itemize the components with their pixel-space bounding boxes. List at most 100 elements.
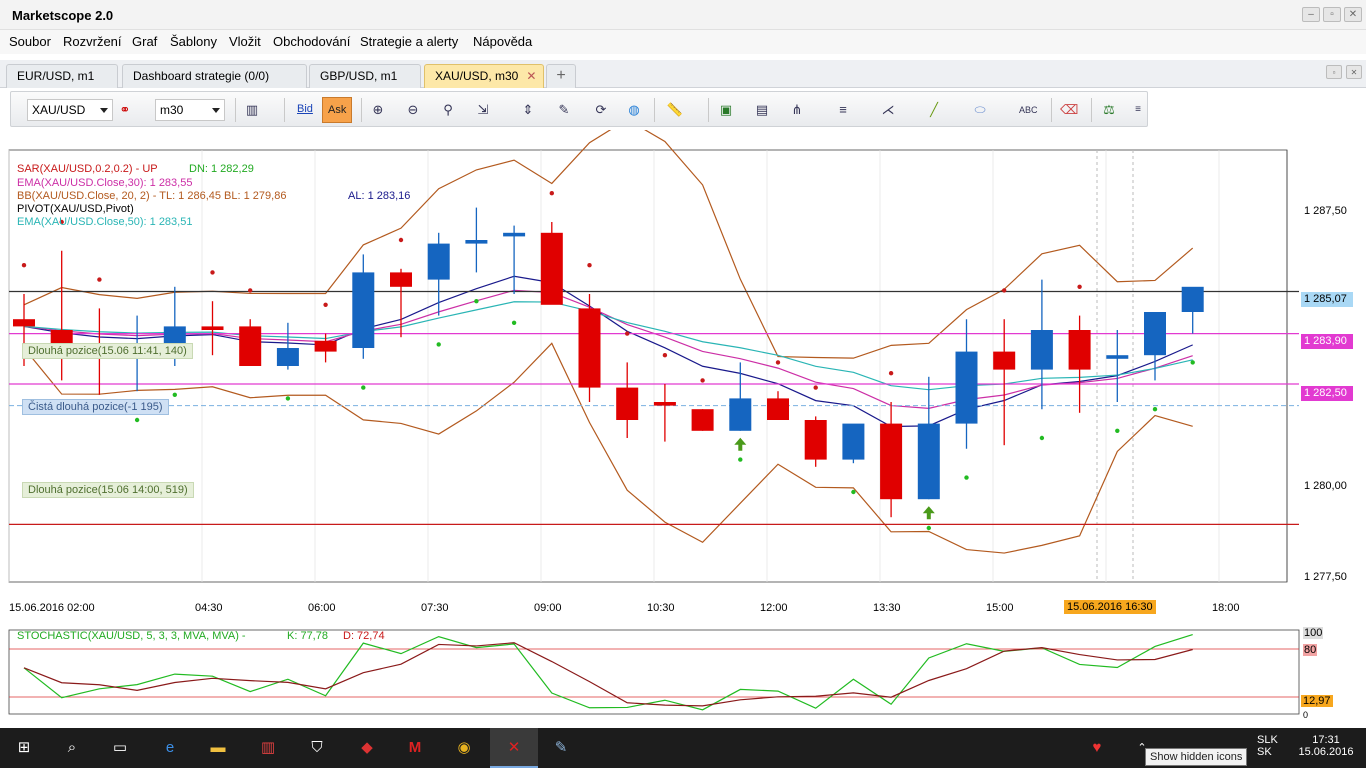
menu-obchodovani[interactable]: Obchodování [273, 34, 350, 49]
menu-graf[interactable]: Graf [132, 34, 157, 49]
close-button[interactable]: ✕ [1344, 7, 1362, 22]
toolbar-separator [361, 98, 362, 122]
candle-body [239, 326, 262, 366]
legend-ema50: EMA(XAU/USD.Close,50): 1 283,51 [17, 216, 193, 228]
stoch-level-100: 100 [1303, 627, 1324, 639]
legend-sar-dn: DN: 1 282,29 [189, 163, 254, 175]
chevron-down-icon [212, 108, 220, 113]
store-icon[interactable]: ⛉ [305, 736, 329, 760]
window-icon[interactable]: ▤ [753, 101, 771, 119]
edge-icon[interactable]: e [158, 736, 182, 760]
candle-body [276, 348, 299, 366]
text-icon[interactable]: ABC [1019, 101, 1038, 119]
toolbar-separator [235, 98, 236, 122]
candle-body [653, 402, 676, 406]
menu-rozvrzeni[interactable]: Rozvržení [63, 34, 122, 49]
tab-close-icon[interactable]: ✕ [526, 69, 536, 83]
activity-monitor-icon[interactable]: ♥ [1085, 736, 1109, 760]
tab-xauusd[interactable]: XAU/USD, m30 ✕ [424, 64, 544, 88]
tab-gbpusd[interactable]: GBP/USD, m1 [309, 64, 421, 88]
timeframe-select[interactable]: m30 [155, 99, 225, 121]
legend-bb-al: AL: 1 283,16 [348, 190, 411, 202]
symbol-unlink-icon[interactable]: ⚭ [116, 101, 134, 119]
paint-icon[interactable]: ✎ [549, 736, 573, 760]
hierarchy-icon[interactable]: ⚖ [1100, 101, 1118, 119]
fork-icon[interactable]: ⋔ [788, 101, 806, 119]
task-view-icon[interactable]: ▭ [108, 736, 132, 760]
indicator-icon[interactable]: ⚲ [439, 101, 457, 119]
stoch-level-0: 0 [1303, 710, 1309, 720]
candle-body [804, 420, 827, 460]
toolbar-overflow-icon[interactable]: ≡ [1129, 101, 1147, 119]
legend-ema30: EMA(XAU/USD.Close,30): 1 283,55 [17, 177, 193, 189]
time-tick-9: 18:00 [1212, 602, 1240, 614]
menu-strategie[interactable]: Strategie a alerty [360, 34, 458, 49]
reader-icon[interactable]: ▥ [256, 736, 280, 760]
eraser-icon[interactable]: ⌫ [1060, 101, 1078, 119]
tab-dashboard[interactable]: Dashboard strategie (0/0) [122, 64, 307, 88]
fit-icon[interactable]: ⇕ [519, 101, 537, 119]
menu-napoveda[interactable]: Nápověda [473, 34, 532, 49]
zoom-out-icon[interactable]: ⊖ [404, 101, 422, 119]
tab-eurusd[interactable]: EUR/USD, m1 [6, 64, 118, 88]
window-titlebar: Marketscope 2.0 – ▫ ✕ [0, 0, 1366, 30]
properties-icon[interactable]: ✎ [555, 101, 573, 119]
refresh-icon[interactable]: ⟳ [592, 101, 610, 119]
sar-dot [210, 270, 215, 275]
menu-vlozit[interactable]: Vložit [229, 34, 261, 49]
chart-type-icon[interactable]: ▥ [243, 101, 261, 119]
sar-dot [248, 288, 253, 293]
time-tick-0: 15.06.2016 02:00 [9, 602, 95, 614]
clock[interactable]: 17:31 15.06.2016 [1298, 734, 1354, 758]
file-explorer-icon[interactable]: ▬ [206, 736, 230, 760]
position-label-long-1[interactable]: Dlouhá pozice(15.06 11:41, 140) [22, 343, 193, 359]
image-icon[interactable]: ▣ [717, 101, 735, 119]
scale-icon[interactable]: ⇲ [474, 101, 492, 119]
line-price-label-2: 1 282,50 [1301, 386, 1353, 401]
sar-dot [1002, 288, 1007, 293]
symbol-select[interactable]: XAU/USD [27, 99, 113, 121]
candle-body [1181, 286, 1204, 312]
minimize-button[interactable]: – [1302, 7, 1320, 22]
fan-icon[interactable]: ⋌ [879, 101, 897, 119]
position-label-net[interactable]: Čistá dlouhá pozice(-1 195) [22, 399, 169, 415]
lines-icon[interactable]: ≡ [834, 101, 852, 119]
sar-dot [436, 342, 441, 347]
language-indicator[interactable]: SLK SK [1257, 734, 1278, 758]
maximize-button[interactable]: ▫ [1323, 7, 1341, 22]
chevron-down-icon [100, 108, 108, 113]
candle-body [1030, 330, 1053, 370]
ruler-icon[interactable]: 📏 [666, 101, 684, 119]
time-tick-4: 09:00 [534, 602, 562, 614]
time-cursor-label: 15.06.2016 16:30 [1064, 600, 1156, 614]
chart-close-button[interactable]: ✕ [1346, 65, 1362, 79]
tab-label: Dashboard strategie (0/0) [133, 69, 270, 83]
sar-dot [398, 237, 404, 243]
add-tab-button[interactable]: + [546, 64, 576, 88]
search-icon[interactable]: ⌕ [60, 736, 84, 760]
trendline-icon[interactable]: ╱ [925, 101, 943, 119]
tooltip-show-hidden-icons: Show hidden icons [1145, 748, 1248, 766]
sar-dot [851, 489, 856, 495]
mcafee-icon[interactable]: M [403, 736, 427, 760]
marketscope-taskbar-button[interactable]: ✕ [490, 728, 538, 768]
ask-button[interactable]: Ask [322, 97, 353, 123]
candle-body [540, 232, 563, 305]
menu-soubor[interactable]: Soubor [9, 34, 51, 49]
menu-sablony[interactable]: Šablony [170, 34, 217, 49]
app-red-icon[interactable]: ◆ [355, 736, 379, 760]
bid-button[interactable]: Bid [292, 97, 318, 123]
sar-dot [775, 360, 781, 365]
sar-dot [97, 277, 102, 282]
ellipse-icon[interactable]: ⬭ [971, 101, 989, 119]
chart-area[interactable]: SAR(XAU/USD,0.2,0.2) - UP DN: 1 282,29 E… [0, 130, 1366, 724]
globe-icon[interactable]: ◍ [625, 101, 643, 119]
sar-dot [285, 396, 291, 401]
chart-restore-button[interactable]: ▫ [1326, 65, 1342, 79]
position-label-long-2[interactable]: Dlouhá pozice(15.06 14:00, 519) [22, 482, 194, 498]
zoom-in-icon[interactable]: ⊕ [369, 101, 387, 119]
start-icon[interactable]: ⊞ [12, 736, 36, 760]
chrome-icon[interactable]: ◉ [452, 736, 476, 760]
sar-dot [813, 385, 818, 390]
candle-body [352, 272, 375, 348]
